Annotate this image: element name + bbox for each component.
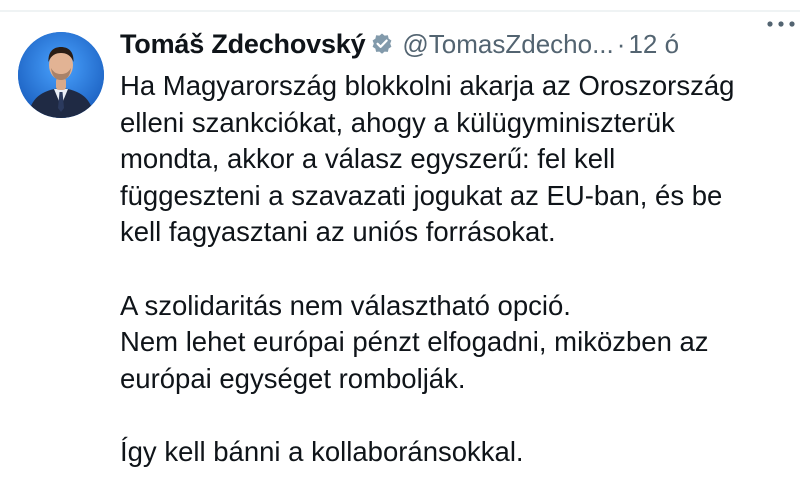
verified-badge-icon	[370, 32, 394, 56]
display-name[interactable]: Tomáš Zdechovský	[120, 29, 366, 60]
timestamp[interactable]: 12 ó	[628, 29, 679, 60]
tweet-paragraph-3: Így kell bánni a kollaboránsokkal.	[120, 435, 524, 467]
separator-dot: ·	[616, 28, 626, 59]
tweet-paragraph-2: A szolidaritás nem választható opció. Ne…	[120, 289, 709, 394]
more-options-icon[interactable]	[764, 14, 798, 34]
avatar[interactable]	[18, 32, 104, 118]
tweet-header: Tomáš Zdechovský @TomasZdecho... · 12 ó	[120, 22, 790, 66]
tweet-body: Tomáš Zdechovský @TomasZdecho... · 12 ó …	[120, 22, 790, 471]
tweet-text: Ha Magyarország blokkolni akarja az Oros…	[120, 68, 790, 471]
tweet-paragraph-1: Ha Magyarország blokkolni akarja az Oros…	[120, 70, 735, 248]
user-avatar-icon	[18, 32, 104, 118]
tweet[interactable]: Tomáš Zdechovský @TomasZdecho... · 12 ó …	[0, 0, 800, 495]
user-handle[interactable]: @TomasZdecho...	[402, 29, 613, 60]
